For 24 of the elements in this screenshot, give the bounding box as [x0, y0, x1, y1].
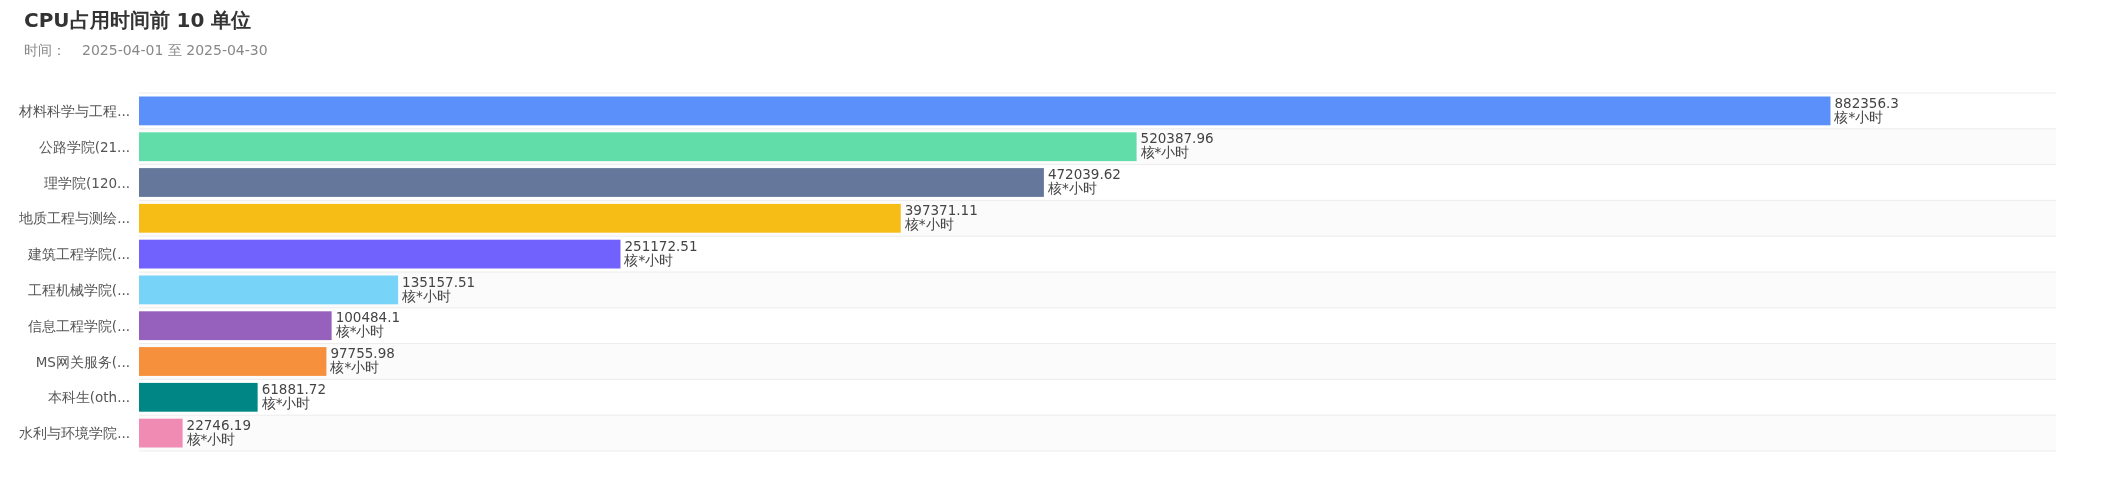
value-label: 135157.51 核*小时 [402, 273, 476, 304]
value-label: 97755.98 核*小时 [330, 345, 395, 376]
value-label: 472039.62 核*小时 [1047, 166, 1121, 197]
category-label: MS网关服务(... [35, 353, 130, 370]
date-range: 2025-04-01 至 2025-04-30 [82, 41, 268, 60]
value-label: 251172.51 核*小时 [624, 237, 698, 268]
value-label: 520387.96 核*小时 [1140, 130, 1214, 161]
category-label: 本科生(oth... [47, 389, 130, 406]
category-label: 理学院(120... [44, 174, 130, 191]
category-label: 材料科学与工程... [19, 102, 130, 119]
value-label: 61881.72 核*小时 [261, 380, 327, 411]
category-label: 工程机械学院(... [27, 281, 130, 298]
category-label: 地质工程与测绘... [19, 210, 130, 227]
time-label: 时间： [24, 41, 66, 60]
value-label: 397371.11 核*小时 [904, 201, 978, 232]
category-label: 信息工程学院(... [27, 317, 130, 334]
category-label: 建筑工程学院(... [27, 246, 130, 263]
value-label: 882356.3 核*小时 [1834, 94, 1899, 125]
value-label: 22746.19 核*小时 [186, 416, 252, 447]
chart-title: CPU占用时间前 10 单位 [24, 8, 253, 32]
bar [139, 418, 183, 448]
category-label: 水利与环境学院... [19, 425, 130, 442]
category-label: 公路学院(21... [38, 138, 130, 155]
value-label: 100484.1 核*小时 [335, 309, 401, 340]
